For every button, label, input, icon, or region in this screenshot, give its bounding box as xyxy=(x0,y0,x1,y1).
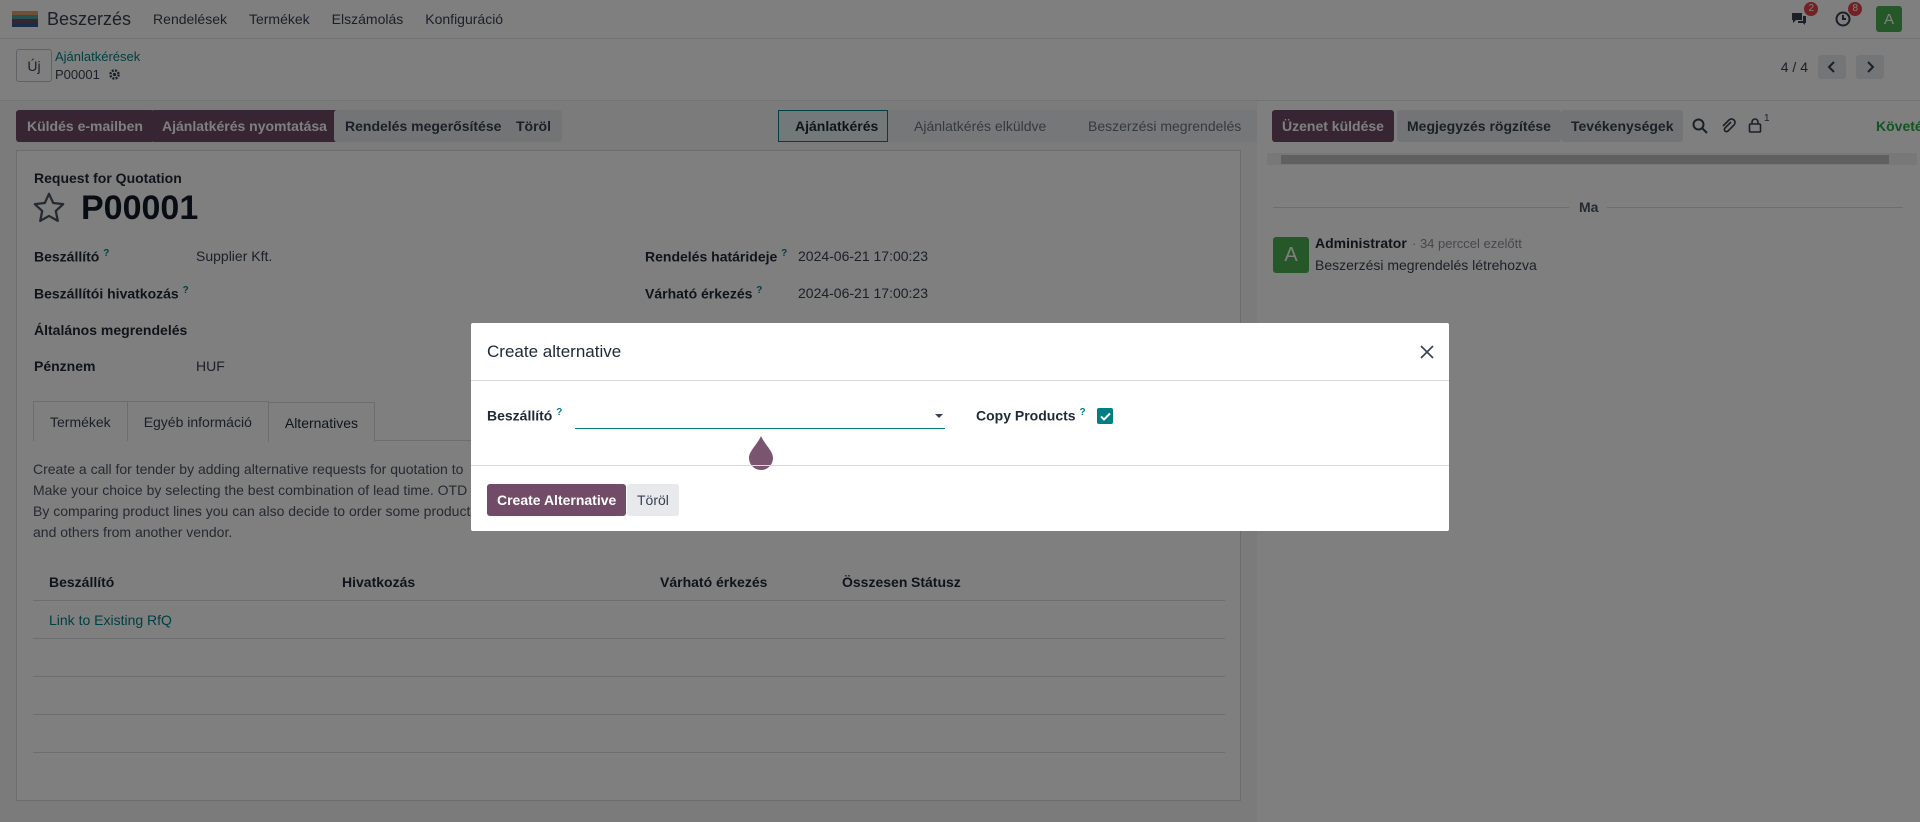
copy-products-label: Copy Products ? xyxy=(976,407,1086,424)
create-alternative-button[interactable]: Create Alternative xyxy=(487,484,627,516)
dialog-cancel-button[interactable]: Töröl xyxy=(627,484,679,516)
checkmark-icon xyxy=(1099,412,1111,421)
dialog-vendor-label: Beszállító ? xyxy=(487,407,563,424)
caret-down-icon[interactable] xyxy=(934,413,944,419)
close-icon[interactable] xyxy=(1418,343,1436,361)
dialog-header-divider xyxy=(471,380,1449,381)
vendor-input[interactable] xyxy=(575,406,945,429)
dialog-footer-divider xyxy=(471,465,1449,466)
copy-products-checkbox[interactable] xyxy=(1097,408,1113,424)
create-alternative-dialog: Create alternative Beszállító ? Copy Pro… xyxy=(471,323,1449,531)
dialog-title: Create alternative xyxy=(487,342,622,361)
